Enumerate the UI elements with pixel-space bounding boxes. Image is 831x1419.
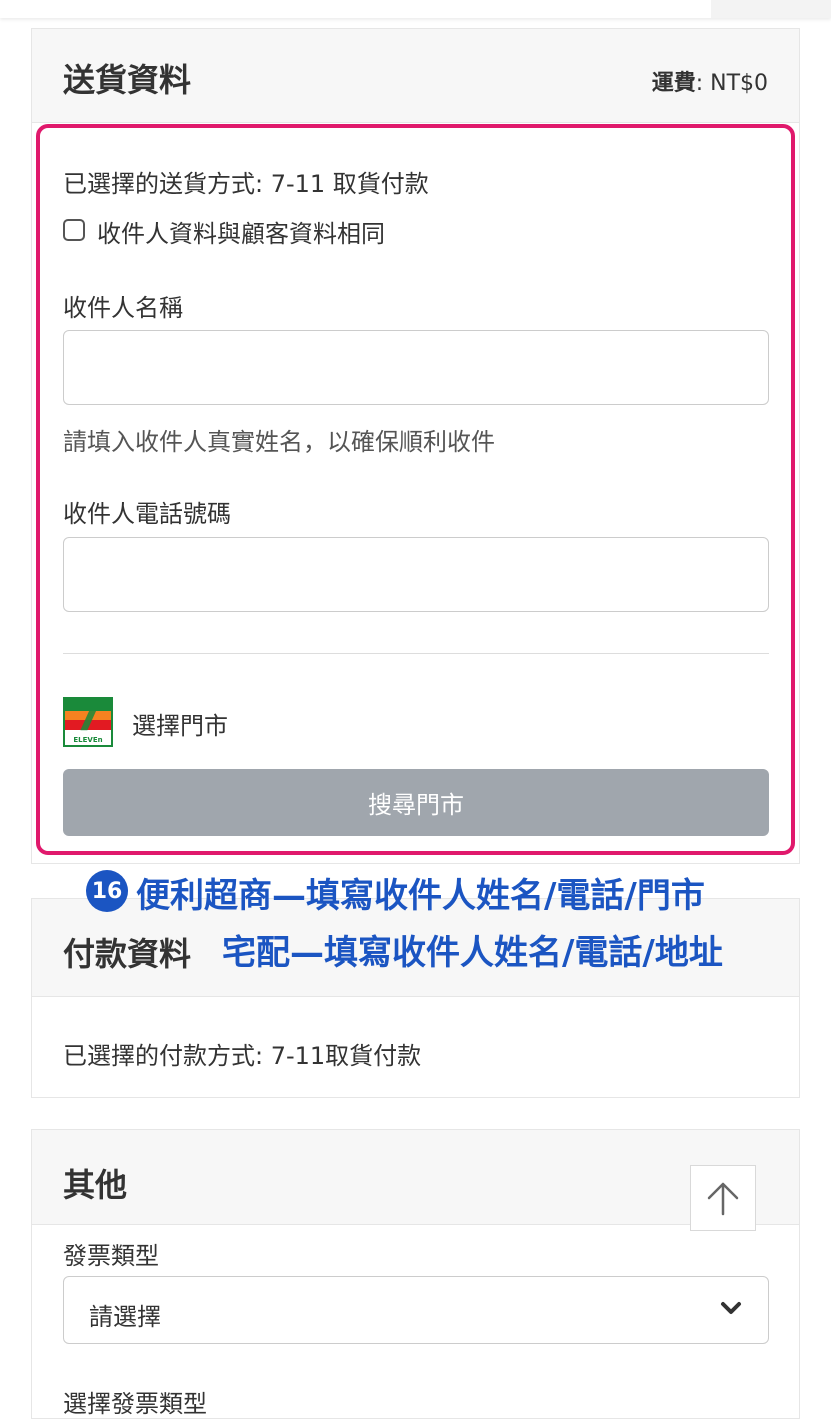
recipient-name-label: 收件人名稱 <box>63 294 183 322</box>
annotation-line-1: 便利超商—填寫收件人姓名/電話/門市 <box>136 876 705 916</box>
top-bar <box>0 0 831 18</box>
other-card: 其他 <box>31 1129 800 1419</box>
seven-eleven-logo-icon: 7 ELEVEn <box>63 697 113 747</box>
selected-shipping-method: 已選擇的送貨方式: 7-11 取貨付款 <box>63 170 429 198</box>
next-field-label-partial: 選擇發票類型 <box>63 1390 207 1418</box>
choose-store-label[interactable]: 選擇門市 <box>132 706 228 741</box>
invoice-type-select[interactable]: 請選擇 <box>63 1276 769 1344</box>
recipient-name-hint: 請填入收件人真實姓名，以確保順利收件 <box>63 428 495 456</box>
invoice-type-label: 發票類型 <box>63 1242 159 1270</box>
annotation-step-badge: 16 <box>86 870 128 912</box>
logo-text: ELEVEn <box>73 736 103 744</box>
shipping-fee: 運費: NT$0 <box>652 65 768 97</box>
recipient-phone-label: 收件人電話號碼 <box>63 500 231 528</box>
section-divider <box>63 653 769 654</box>
shipping-fee-label: 運費 <box>651 71 696 96</box>
payment-title: 付款資料 <box>63 935 192 973</box>
top-bar-right <box>711 0 831 18</box>
recipient-name-input[interactable] <box>63 330 769 405</box>
invoice-type-value: 請選擇 <box>89 1303 161 1331</box>
other-title: 其他 <box>63 1166 128 1204</box>
recipient-phone-input[interactable] <box>63 537 769 612</box>
search-store-button[interactable]: 搜尋門市 <box>63 769 769 836</box>
shipping-title: 送貨資料 <box>63 61 192 99</box>
chevron-down-icon <box>721 1302 741 1314</box>
back-to-top-button[interactable] <box>690 1165 756 1231</box>
selected-payment-method: 已選擇的付款方式: 7-11取貨付款 <box>63 1042 422 1070</box>
shipping-card-header: 送貨資料 運費: NT$0 <box>32 29 799 123</box>
same-as-customer-label[interactable]: 收件人資料與顧客資料相同 <box>97 214 385 249</box>
annotation-line-2: 宅配—填寫收件人姓名/電話/地址 <box>222 933 723 973</box>
same-as-customer-checkbox[interactable] <box>63 219 85 241</box>
shipping-fee-value: : NT$0 <box>695 71 768 96</box>
arrow-up-icon <box>707 1182 739 1216</box>
logo-number: 7 <box>74 697 102 739</box>
other-card-header: 其他 <box>32 1130 799 1225</box>
